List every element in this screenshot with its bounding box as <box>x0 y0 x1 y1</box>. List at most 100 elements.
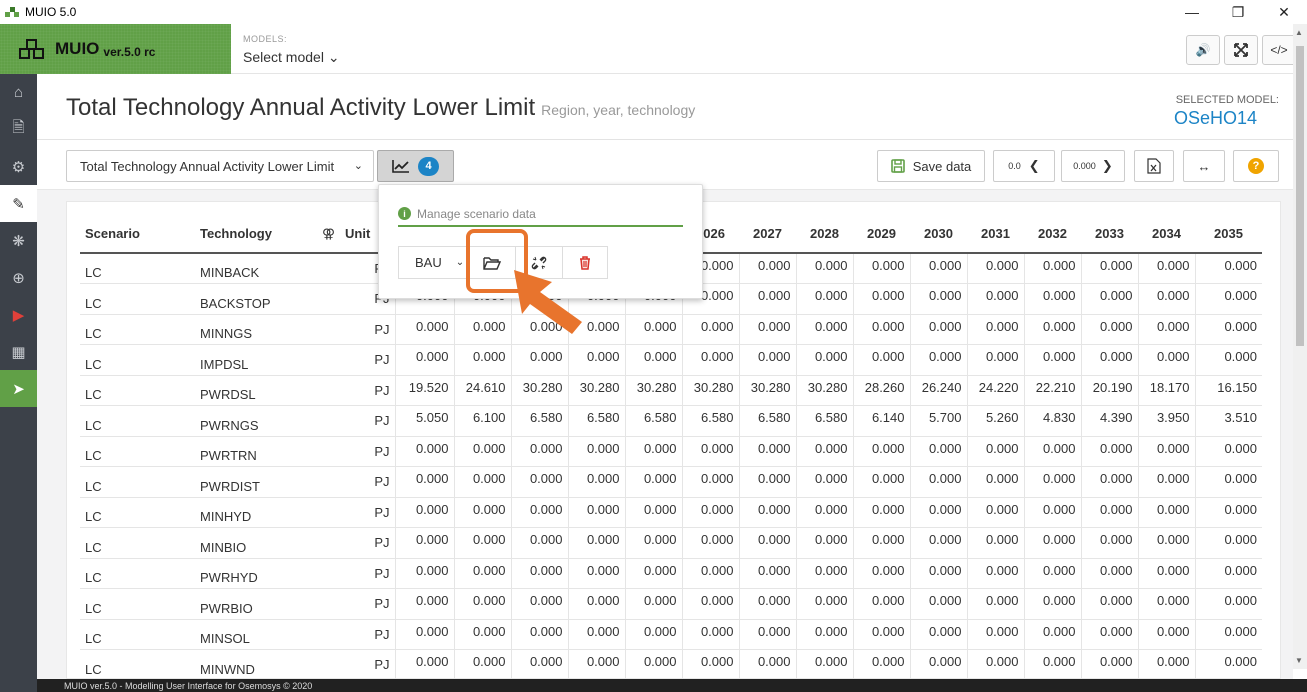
cell-value[interactable]: 0.000 <box>966 344 1024 376</box>
cell-value[interactable]: 6.580 <box>567 405 625 437</box>
header-year[interactable]: 2031 <box>967 215 1024 254</box>
cell-value[interactable]: 0.000 <box>1023 283 1081 315</box>
cell-value[interactable]: 0.000 <box>738 344 796 376</box>
cell-value[interactable]: 0.000 <box>394 527 454 559</box>
cell-value[interactable]: 0.000 <box>510 558 568 589</box>
sound-toggle-button[interactable]: 🔊 <box>1186 35 1220 65</box>
cell-scenario[interactable]: LC <box>80 497 195 528</box>
cell-value[interactable]: 0.000 <box>966 497 1024 528</box>
cell-value[interactable]: 6.580 <box>738 405 796 437</box>
cell-value[interactable]: 0.000 <box>909 253 967 284</box>
cell-unit[interactable]: PJ <box>340 527 395 559</box>
cell-value[interactable]: 0.000 <box>966 314 1024 345</box>
cell-value[interactable]: 0.000 <box>1137 649 1195 681</box>
cell-value[interactable]: 0.000 <box>567 527 625 559</box>
minimize-button[interactable]: — <box>1169 0 1215 24</box>
cell-value[interactable]: 0.000 <box>681 314 739 345</box>
cell-value[interactable]: 0.000 <box>795 558 853 589</box>
cell-value[interactable]: 4.390 <box>1080 405 1138 437</box>
increase-decimals-button[interactable]: 0.000 ❯ <box>1061 150 1125 182</box>
header-scenario[interactable]: Scenario <box>80 215 195 254</box>
cell-value[interactable]: 0.000 <box>795 588 853 620</box>
cell-value[interactable]: 0.000 <box>1137 558 1195 589</box>
cell-value[interactable]: 30.280 <box>567 375 625 406</box>
cell-value[interactable]: 0.000 <box>624 527 682 559</box>
cell-scenario[interactable]: LC <box>80 314 195 345</box>
scenario-select[interactable]: BAU ⌄ <box>398 246 469 279</box>
cell-value[interactable]: 0.000 <box>681 497 739 528</box>
cell-value[interactable]: 0.000 <box>1080 466 1138 498</box>
cell-value[interactable]: 0.000 <box>1137 344 1195 376</box>
sidebar-item-network[interactable]: ❋ <box>0 222 37 259</box>
cell-value[interactable]: 0.000 <box>1194 314 1262 345</box>
cell-value[interactable]: 0.000 <box>966 283 1024 315</box>
cell-value[interactable]: 0.000 <box>567 588 625 620</box>
cell-value[interactable]: 18.170 <box>1137 375 1195 406</box>
cell-value[interactable]: 6.580 <box>795 405 853 437</box>
cell-value[interactable]: 0.000 <box>453 558 511 589</box>
cell-technology[interactable]: BACKSTOP <box>195 283 340 315</box>
cell-value[interactable]: 0.000 <box>394 497 454 528</box>
cell-value[interactable]: 0.000 <box>1023 466 1081 498</box>
cell-value[interactable]: 0.000 <box>1194 344 1262 376</box>
header-year[interactable]: 2033 <box>1081 215 1138 254</box>
cell-value[interactable]: 30.280 <box>681 375 739 406</box>
cell-value[interactable]: 0.000 <box>510 466 568 498</box>
cell-value[interactable]: 0.000 <box>394 466 454 498</box>
cell-unit[interactable]: PJ <box>340 466 395 498</box>
cell-value[interactable]: 0.000 <box>1137 436 1195 467</box>
cell-value[interactable]: 0.000 <box>1023 558 1081 589</box>
cell-value[interactable]: 0.000 <box>510 619 568 650</box>
cell-value[interactable]: 0.000 <box>1194 558 1262 589</box>
cell-value[interactable]: 0.000 <box>738 619 796 650</box>
cell-value[interactable]: 0.000 <box>909 314 967 345</box>
cell-value[interactable]: 0.000 <box>681 344 739 376</box>
cell-value[interactable]: 0.000 <box>567 466 625 498</box>
cell-value[interactable]: 0.000 <box>738 527 796 559</box>
cell-value[interactable]: 0.000 <box>966 436 1024 467</box>
cell-scenario[interactable]: LC <box>80 344 195 376</box>
cell-value[interactable]: 0.000 <box>795 497 853 528</box>
cell-value[interactable]: 0.000 <box>1080 253 1138 284</box>
cell-value[interactable]: 0.000 <box>966 588 1024 620</box>
cell-value[interactable]: 0.000 <box>681 649 739 681</box>
cell-value[interactable]: 0.000 <box>567 436 625 467</box>
cell-value[interactable]: 5.260 <box>966 405 1024 437</box>
cell-value[interactable]: 0.000 <box>567 619 625 650</box>
cell-value[interactable]: 0.000 <box>966 253 1024 284</box>
cell-value[interactable]: 30.280 <box>795 375 853 406</box>
sidebar-item-run[interactable]: ▶ <box>0 296 37 333</box>
cell-value[interactable]: 0.000 <box>852 283 910 315</box>
cell-value[interactable]: 0.000 <box>852 497 910 528</box>
cell-value[interactable]: 0.000 <box>738 466 796 498</box>
sidebar-item-search[interactable]: ⊕ <box>0 259 37 296</box>
cell-value[interactable]: 0.000 <box>1194 588 1262 620</box>
cell-value[interactable]: 0.000 <box>1023 527 1081 559</box>
cell-value[interactable]: 4.830 <box>1023 405 1081 437</box>
cell-technology[interactable]: PWRNGS <box>195 405 340 437</box>
cell-value[interactable]: 0.000 <box>738 283 796 315</box>
cell-value[interactable]: 0.000 <box>1194 619 1262 650</box>
cell-value[interactable]: 0.000 <box>681 527 739 559</box>
cell-value[interactable]: 0.000 <box>795 619 853 650</box>
parameter-select[interactable]: Total Technology Annual Activity Lower L… <box>66 150 374 182</box>
cell-value[interactable]: 0.000 <box>624 588 682 620</box>
cell-value[interactable]: 0.000 <box>909 527 967 559</box>
cell-value[interactable]: 0.000 <box>1023 619 1081 650</box>
cell-value[interactable]: 0.000 <box>1194 527 1262 559</box>
cell-value[interactable]: 0.000 <box>510 497 568 528</box>
cell-value[interactable]: 0.000 <box>738 588 796 620</box>
cell-value[interactable]: 0.000 <box>624 344 682 376</box>
cell-scenario[interactable]: LC <box>80 466 195 498</box>
cell-value[interactable]: 0.000 <box>1137 314 1195 345</box>
cell-scenario[interactable]: LC <box>80 375 195 406</box>
cell-scenario[interactable]: LC <box>80 283 195 315</box>
cell-value[interactable]: 0.000 <box>681 466 739 498</box>
cell-scenario[interactable]: LC <box>80 619 195 650</box>
cell-value[interactable]: 0.000 <box>394 588 454 620</box>
cell-value[interactable]: 0.000 <box>624 649 682 681</box>
cell-technology[interactable]: PWRDIST <box>195 466 340 498</box>
vertical-scrollbar[interactable]: ▲ ▼ <box>1293 24 1307 669</box>
sidebar-item-document[interactable]: 🗎 <box>0 111 37 148</box>
cell-value[interactable]: 0.000 <box>795 466 853 498</box>
